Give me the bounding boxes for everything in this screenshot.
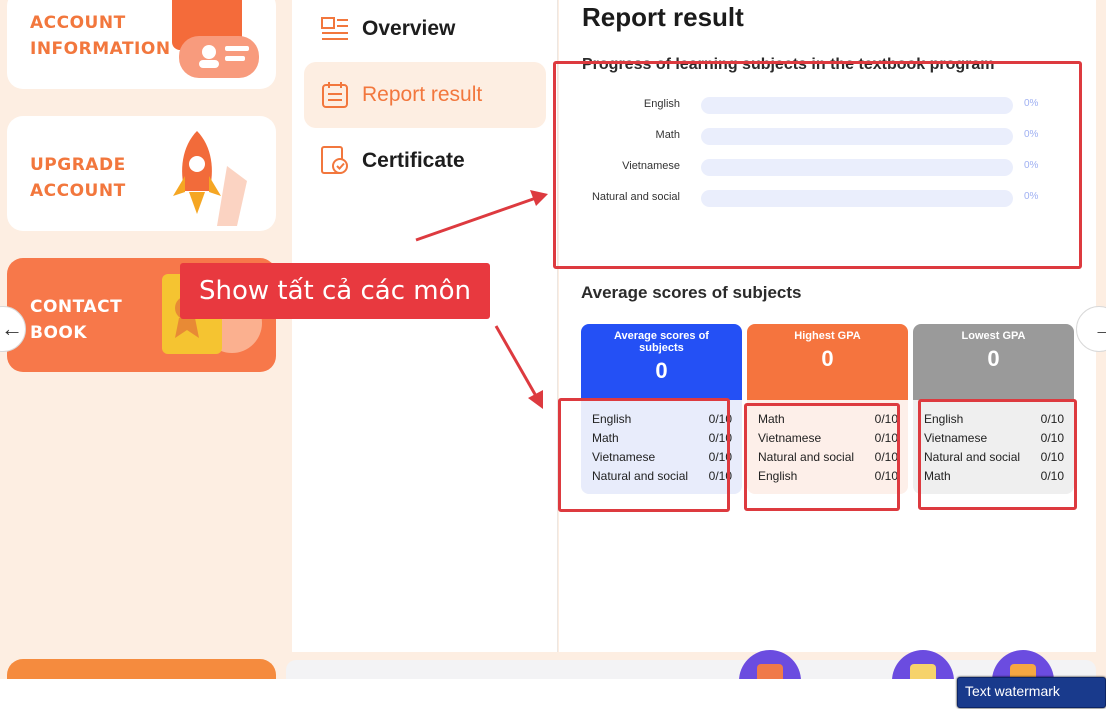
rocket-icon <box>173 131 247 226</box>
highlight-lowest-box <box>918 399 1077 510</box>
account-information-card[interactable]: ACCOUNT INFORMATION <box>7 0 276 89</box>
page-bottom-strip <box>0 679 1106 709</box>
score-card-value: 0 <box>655 358 668 383</box>
calendar-icon <box>320 80 350 110</box>
score-card-header: Average scores of subjects 0 <box>581 324 742 400</box>
nav-item-report-result[interactable]: Report result <box>304 62 546 128</box>
score-card-header: Lowest GPA 0 <box>913 324 1074 400</box>
account-card-icon <box>172 0 259 78</box>
overview-icon <box>320 14 350 44</box>
score-card-value: 0 <box>987 346 1000 371</box>
report-nav-panel: Overview Report result Certificate <box>292 0 558 652</box>
contact-book-label: CONTACT BOOK <box>30 297 123 343</box>
upgrade-account-card[interactable]: UPGRADE ACCOUNT <box>7 116 276 231</box>
nav-label-report-result: Report result <box>362 83 483 106</box>
score-card-title: Highest GPA <box>794 330 861 342</box>
annotation-callout: Show tất cả các môn <box>180 263 490 319</box>
nav-label-overview: Overview <box>362 17 456 40</box>
average-scores-section-title: Average scores of subjects <box>581 283 802 302</box>
page-title: Report result <box>582 2 744 32</box>
certificate-icon <box>320 146 350 176</box>
highlight-highest-box <box>744 403 900 511</box>
nav-label-certificate: Certificate <box>362 149 465 172</box>
account-information-label: ACCOUNT INFORMATION <box>30 13 171 59</box>
score-card-header: Highest GPA 0 <box>747 324 908 400</box>
upgrade-account-label: UPGRADE ACCOUNT <box>30 155 126 201</box>
score-card-value: 0 <box>821 346 834 371</box>
highlight-average-box <box>558 398 730 512</box>
nav-item-certificate[interactable]: Certificate <box>304 128 546 194</box>
nav-item-overview[interactable]: Overview <box>304 0 546 62</box>
score-card-title: Average scores of subjects <box>614 330 709 354</box>
highlight-progress-box <box>553 61 1082 269</box>
score-card-title: Lowest GPA <box>961 330 1026 342</box>
text-watermark: Text watermark <box>957 677 1106 708</box>
